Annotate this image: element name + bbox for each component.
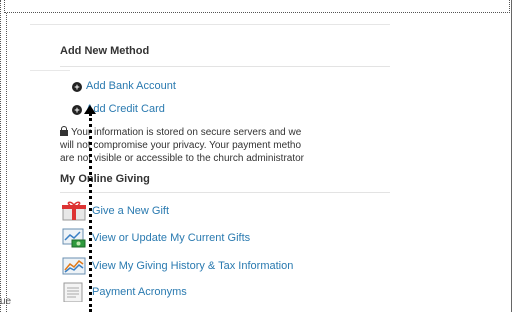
money-icon: [62, 228, 86, 248]
update-current-gifts-link[interactable]: View or Update My Current Gifts: [62, 228, 382, 250]
add-credit-card-label: Add Credit Card: [86, 103, 165, 115]
payment-acronyms-label: Payment Acronyms: [92, 286, 187, 298]
edge-text: ue: [0, 296, 12, 307]
security-line-1: Your information is stored on secure ser…: [71, 127, 302, 138]
left-guide: [0, 0, 2, 312]
divider: [60, 66, 390, 67]
panel-edge: [511, 0, 513, 312]
security-notice: Your information is stored on secure ser…: [60, 126, 390, 165]
pointer-arrow-shaft: [89, 113, 92, 312]
security-line-3: are not visible or accessible to the chu…: [60, 153, 305, 164]
add-method-title: Add New Method: [60, 45, 150, 57]
divider: [30, 70, 70, 71]
divider: [30, 24, 390, 25]
pointer-arrow-icon: [84, 105, 96, 114]
giving-history-link[interactable]: View My Giving History & Tax Information: [62, 256, 382, 278]
plus-circle-icon: +: [72, 105, 82, 115]
giving-history-label: View My Giving History & Tax Information: [92, 260, 294, 272]
gift-icon: [62, 201, 86, 221]
give-new-gift-label: Give a New Gift: [92, 205, 170, 217]
document-icon: [63, 282, 83, 302]
add-bank-account-link[interactable]: + Add Bank Account: [72, 80, 176, 92]
highlight-guide: [6, 13, 7, 312]
divider: [60, 192, 390, 193]
give-new-gift-link[interactable]: Give a New Gift: [62, 201, 382, 223]
payment-acronyms-link[interactable]: Payment Acronyms: [62, 282, 382, 304]
update-current-gifts-label: View or Update My Current Gifts: [92, 232, 251, 244]
add-bank-account-label: Add Bank Account: [86, 80, 176, 92]
lock-icon: [60, 126, 68, 136]
online-giving-title: My Online Giving: [60, 173, 150, 185]
plus-circle-icon: +: [72, 82, 82, 92]
security-line-2: will not compromise your privacy. Your p…: [60, 140, 302, 151]
highlight-box: [4, 0, 510, 13]
chart-icon: [62, 257, 86, 275]
